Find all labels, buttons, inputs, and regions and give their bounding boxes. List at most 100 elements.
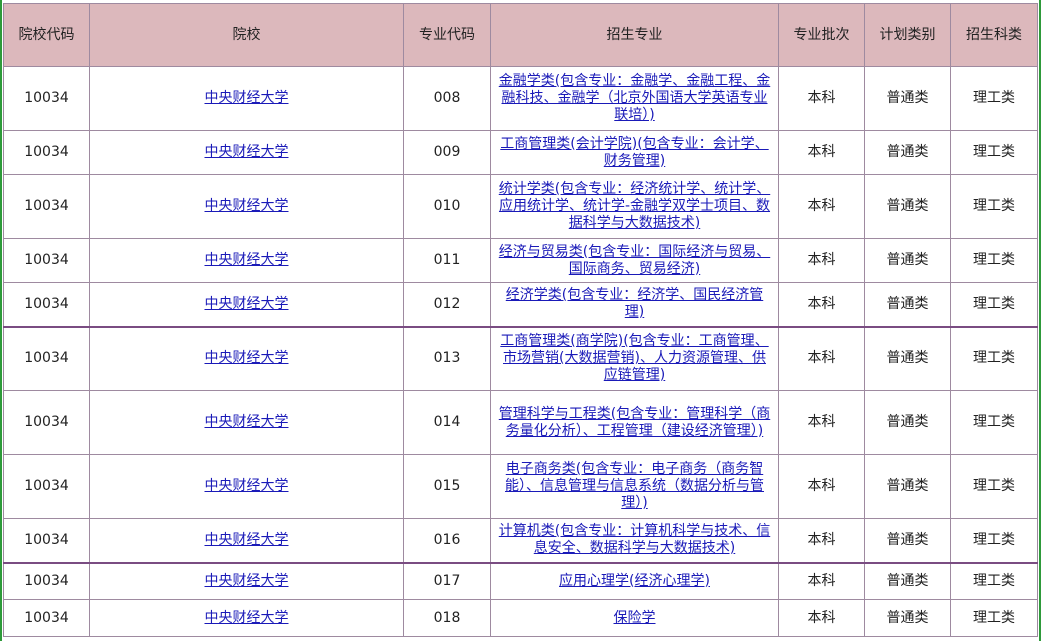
- major-code-cell: 012: [403, 282, 491, 327]
- plan-type-cell: 普通类: [864, 599, 951, 637]
- batch-cell: 本科: [778, 130, 865, 175]
- table-row: 10034 中央财经大学 011 经济与贸易类(包含专业：国际经济与贸易、国际商…: [3, 238, 1038, 283]
- subject-category-cell: 理工类: [950, 130, 1038, 175]
- major-link[interactable]: 管理科学与工程类(包含专业：管理科学（商务量化分析）、工程管理（建设经济管理）): [499, 406, 770, 439]
- major-cell: 统计学类(包含专业：经济统计学、统计学、应用统计学、统计学-金融学双学士项目、数…: [490, 174, 779, 239]
- school-code-cell: 10034: [3, 518, 90, 563]
- table-row: 10034 中央财经大学 013 工商管理类(商学院)(包含专业：工商管理、市场…: [3, 325, 1038, 391]
- batch-cell: 本科: [778, 174, 865, 239]
- major-link[interactable]: 金融学类(包含专业：金融学、金融工程、金融科技、金融学（北京外国语大学英语专业联…: [499, 73, 770, 123]
- school-code-cell: 10034: [3, 66, 90, 131]
- major-link[interactable]: 电子商务类(包含专业：电子商务（商务智能）、信息管理与信息系统（数据分析与管理）…: [505, 461, 764, 511]
- major-link[interactable]: 统计学类(包含专业：经济统计学、统计学、应用统计学、统计学-金融学双学士项目、数…: [499, 181, 770, 231]
- header-school: 院校: [89, 3, 404, 67]
- school-link[interactable]: 中央财经大学: [205, 296, 289, 312]
- header-major-code: 专业代码: [403, 3, 491, 67]
- major-link[interactable]: 计算机类(包含专业：计算机科学与技术、信息安全、数据科学与大数据技术): [499, 523, 770, 556]
- major-cell: 金融学类(包含专业：金融学、金融工程、金融科技、金融学（北京外国语大学英语专业联…: [490, 66, 779, 131]
- major-cell: 电子商务类(包含专业：电子商务（商务智能）、信息管理与信息系统（数据分析与管理）…: [490, 454, 779, 519]
- header-school-code: 院校代码: [3, 3, 90, 67]
- school-link[interactable]: 中央财经大学: [205, 350, 289, 366]
- school-code-cell: 10034: [3, 325, 90, 391]
- table-row: 10034 中央财经大学 009 工商管理类(会计学院)(包含专业：会计学、财务…: [3, 130, 1038, 175]
- school-link[interactable]: 中央财经大学: [205, 144, 289, 160]
- table-row: 10034 中央财经大学 012 经济学类(包含专业：经济学、国民经济管理) 本…: [3, 282, 1038, 327]
- table-row: 10034 中央财经大学 014 管理科学与工程类(包含专业：管理科学（商务量化…: [3, 390, 1038, 455]
- batch-cell: 本科: [778, 238, 865, 283]
- header-subject-category: 招生科类: [950, 3, 1038, 67]
- major-cell: 经济与贸易类(包含专业：国际经济与贸易、国际商务、贸易经济): [490, 238, 779, 283]
- major-cell: 管理科学与工程类(包含专业：管理科学（商务量化分析）、工程管理（建设经济管理）): [490, 390, 779, 455]
- school-code-cell: 10034: [3, 130, 90, 175]
- school-code-cell: 10034: [3, 174, 90, 239]
- major-cell: 计算机类(包含专业：计算机科学与技术、信息安全、数据科学与大数据技术): [490, 518, 779, 563]
- major-link[interactable]: 经济学类(包含专业：经济学、国民经济管理): [506, 287, 763, 320]
- table-row: 10034 中央财经大学 008 金融学类(包含专业：金融学、金融工程、金融科技…: [3, 66, 1038, 131]
- school-link[interactable]: 中央财经大学: [205, 478, 289, 494]
- school-link[interactable]: 中央财经大学: [205, 573, 289, 589]
- batch-cell: 本科: [778, 66, 865, 131]
- school-link[interactable]: 中央财经大学: [205, 198, 289, 214]
- school-cell: 中央财经大学: [89, 325, 404, 391]
- school-cell: 中央财经大学: [89, 238, 404, 283]
- header-major: 招生专业: [490, 3, 779, 67]
- major-cell: 保险学: [490, 599, 779, 637]
- school-link[interactable]: 中央财经大学: [205, 90, 289, 106]
- school-code-cell: 10034: [3, 454, 90, 519]
- school-link[interactable]: 中央财经大学: [205, 610, 289, 626]
- subject-category-cell: 理工类: [950, 282, 1038, 327]
- table-row: 10034 中央财经大学 017 应用心理学(经济心理学) 本科 普通类 理工类: [3, 561, 1038, 600]
- subject-category-cell: 理工类: [950, 390, 1038, 455]
- table-row: 10034 中央财经大学 018 保险学 本科 普通类 理工类: [3, 599, 1038, 637]
- school-link[interactable]: 中央财经大学: [205, 532, 289, 548]
- subject-category-cell: 理工类: [950, 66, 1038, 131]
- school-link[interactable]: 中央财经大学: [205, 414, 289, 430]
- major-code-cell: 015: [403, 454, 491, 519]
- major-link[interactable]: 工商管理类(会计学院)(包含专业：会计学、财务管理): [500, 136, 768, 169]
- major-code-cell: 014: [403, 390, 491, 455]
- major-cell: 应用心理学(经济心理学): [490, 561, 779, 600]
- major-code-cell: 017: [403, 561, 491, 600]
- major-link[interactable]: 经济与贸易类(包含专业：国际经济与贸易、国际商务、贸易经济): [499, 244, 770, 277]
- major-link[interactable]: 保险学: [614, 610, 656, 626]
- subject-category-cell: 理工类: [950, 238, 1038, 283]
- plan-type-cell: 普通类: [864, 518, 951, 563]
- school-cell: 中央财经大学: [89, 390, 404, 455]
- plan-type-cell: 普通类: [864, 238, 951, 283]
- school-cell: 中央财经大学: [89, 599, 404, 637]
- school-cell: 中央财经大学: [89, 130, 404, 175]
- school-code-cell: 10034: [3, 561, 90, 600]
- batch-cell: 本科: [778, 390, 865, 455]
- school-cell: 中央财经大学: [89, 561, 404, 600]
- page-edge-left: [0, 0, 2, 641]
- major-code-cell: 018: [403, 599, 491, 637]
- plan-type-cell: 普通类: [864, 325, 951, 391]
- batch-cell: 本科: [778, 561, 865, 600]
- school-cell: 中央财经大学: [89, 174, 404, 239]
- header-batch: 专业批次: [778, 3, 865, 67]
- major-link[interactable]: 工商管理类(商学院)(包含专业：工商管理、市场营销(大数据营销)、人力资源管理、…: [500, 333, 768, 383]
- school-code-cell: 10034: [3, 282, 90, 327]
- subject-category-cell: 理工类: [950, 518, 1038, 563]
- plan-type-cell: 普通类: [864, 174, 951, 239]
- school-code-cell: 10034: [3, 599, 90, 637]
- major-code-cell: 009: [403, 130, 491, 175]
- major-code-cell: 011: [403, 238, 491, 283]
- major-cell: 工商管理类(会计学院)(包含专业：会计学、财务管理): [490, 130, 779, 175]
- plan-type-cell: 普通类: [864, 130, 951, 175]
- subject-category-cell: 理工类: [950, 599, 1038, 637]
- batch-cell: 本科: [778, 325, 865, 391]
- major-link[interactable]: 应用心理学(经济心理学): [559, 573, 710, 589]
- major-code-cell: 010: [403, 174, 491, 239]
- header-plan-type: 计划类别: [864, 3, 951, 67]
- subject-category-cell: 理工类: [950, 325, 1038, 391]
- subject-category-cell: 理工类: [950, 561, 1038, 600]
- table-row: 10034 中央财经大学 010 统计学类(包含专业：经济统计学、统计学、应用统…: [3, 174, 1038, 239]
- plan-type-cell: 普通类: [864, 66, 951, 131]
- plan-type-cell: 普通类: [864, 561, 951, 600]
- admissions-table: 院校代码 院校 专业代码 招生专业 专业批次 计划类别 招生科类 10034 中…: [3, 3, 1038, 637]
- school-link[interactable]: 中央财经大学: [205, 252, 289, 268]
- batch-cell: 本科: [778, 454, 865, 519]
- subject-category-cell: 理工类: [950, 174, 1038, 239]
- plan-type-cell: 普通类: [864, 454, 951, 519]
